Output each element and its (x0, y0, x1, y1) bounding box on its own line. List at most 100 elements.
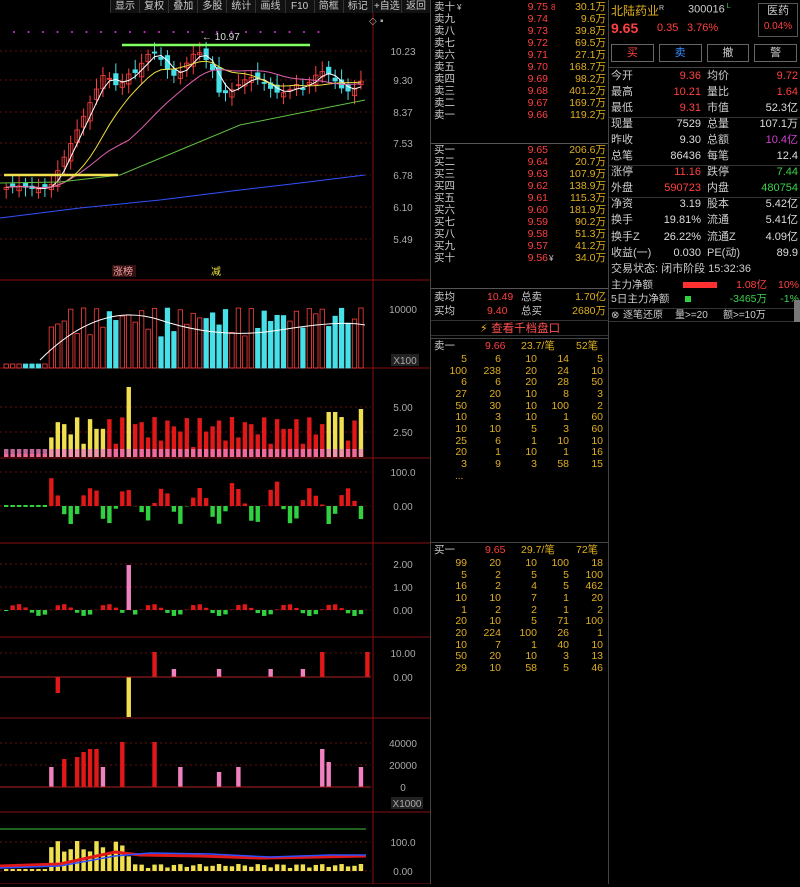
ind1-base (320, 449, 324, 457)
queue-row: 291058546 (431, 663, 609, 675)
ind2-bar (152, 503, 156, 506)
stock-code-text: 300016 (688, 4, 725, 16)
toolbar-btn-7[interactable]: 简框 (314, 0, 343, 13)
ind5-bar (101, 767, 105, 787)
ind5-bar (62, 759, 66, 787)
toolbar-btn-1[interactable]: 复权 (139, 0, 168, 13)
stat-label-2: 市值 (707, 101, 729, 117)
ind2-bar (210, 506, 214, 517)
signal-dot (173, 31, 175, 33)
stock-name-text: 北陆药业 (611, 4, 659, 18)
ind2-bar (230, 483, 234, 506)
ind3-bar (281, 605, 285, 610)
queue-header: 买一9.6529.7/笔72笔 (431, 543, 609, 557)
stock-code-mark: L (727, 3, 731, 10)
deep-orderbook-button[interactable]: ⚡ 查看千档盘口 (431, 320, 609, 336)
ask-volume: 119.2万 (549, 110, 606, 122)
ind1-base (359, 449, 363, 457)
ma10-line (6, 61, 361, 187)
stat-row: 净资3.19股本5.42亿 (609, 197, 800, 213)
chart-canvas[interactable]: 10.239.308.377.536.786.105.49◇▪← 10.97涨榜… (0, 0, 430, 884)
price-tick: 6.10 (393, 203, 413, 214)
toolbar-btn-8[interactable]: 标记 (343, 0, 372, 13)
ind6-bar (230, 866, 234, 871)
buy-button[interactable]: 买 (611, 44, 654, 62)
ind3-tick: 0.00 (393, 606, 413, 617)
ind3-tick: 2.00 (393, 560, 413, 571)
expand-icon[interactable]: ⊗ (611, 309, 619, 323)
ind3-bar (210, 610, 214, 613)
ind2-bar (275, 482, 279, 506)
stat-value-2: 5.41亿 (745, 213, 798, 229)
cancel-button[interactable]: 撤 (707, 44, 750, 62)
toolbar-btn-4[interactable]: 统计 (226, 0, 255, 13)
ind3-bar (359, 610, 363, 614)
ind6-bar (307, 868, 311, 871)
volume-bar (62, 321, 66, 368)
toolbar-btn-5[interactable]: 画线 (255, 0, 284, 13)
ind3-bar (165, 610, 169, 613)
stat-value: 3.19 (649, 197, 701, 213)
bid-row[interactable]: 买十9.56¥34.0万 (431, 253, 609, 265)
queue-cell: 99 (437, 558, 467, 570)
ind6-bar (191, 865, 195, 871)
queue-cell: 46 (573, 663, 603, 675)
ind1-base (30, 449, 34, 457)
stat-row: 总笔86436每笔12.4 (609, 149, 800, 165)
ind2-bar (307, 488, 311, 506)
volume-bar (127, 315, 131, 368)
alert-button[interactable]: 警 (754, 44, 797, 62)
ind3-bar (288, 604, 292, 610)
ind1-base (256, 449, 260, 457)
ind1-base (314, 449, 318, 457)
ind1-base (230, 449, 234, 457)
queue-count: 52笔 (576, 339, 598, 353)
queue-cell: 60 (573, 424, 603, 436)
ind3-bar (275, 609, 279, 610)
ind1-base (204, 449, 208, 457)
bid-price: 9.56 (491, 253, 548, 265)
toolbar-btn-6[interactable]: F10 (285, 0, 314, 13)
stat-value: 10.21 (649, 85, 701, 101)
queue-row: 5610145 (431, 354, 609, 366)
scroll-handle[interactable] (794, 300, 800, 322)
sell-button[interactable]: 卖 (659, 44, 702, 62)
ind3-bar (114, 608, 118, 610)
ind3-bar (23, 607, 27, 610)
toolbar-btn-0[interactable]: 显示 (110, 0, 139, 13)
toolbar-btn-9[interactable]: +自选 (372, 0, 401, 13)
tick-restore-label[interactable]: 逐笔还原 (623, 309, 663, 323)
toolbar-btn-2[interactable]: 叠加 (168, 0, 197, 13)
chart-area[interactable]: 10.239.308.377.536.786.105.49◇▪← 10.97涨榜… (0, 0, 430, 884)
toolbar-btn-3[interactable]: 多股 (197, 0, 226, 13)
stat-value: 86436 (649, 149, 701, 165)
ind4-bar (172, 669, 176, 677)
queue-cell: 10 (471, 663, 501, 675)
amount-filter[interactable]: 额>=10万 (723, 309, 766, 323)
cursor-icon[interactable]: ▪ (380, 16, 384, 27)
ask-row[interactable]: 卖一9.66119.2万 (431, 110, 609, 122)
ind3-bar (178, 610, 182, 614)
tick-filter-bar[interactable]: ⊗ 逐笔还原 量>=20 额>=10万 (609, 308, 800, 322)
queue-more[interactable]: ... (455, 471, 463, 482)
ind6-bar (17, 869, 21, 871)
queue-divider (431, 338, 609, 339)
signal-dot (303, 31, 305, 33)
stat-row: 换手Z26.22%流通Z4.09亿 (609, 230, 800, 246)
volume-bar (249, 309, 253, 368)
ind3-bars (4, 565, 363, 616)
queue-cell: 20 (573, 593, 603, 605)
toolbar-btn-10[interactable]: 返回 (401, 0, 430, 13)
ind1-base (49, 449, 53, 457)
ind1-base (268, 449, 272, 457)
volume-bar (159, 337, 163, 368)
ind2-bar (352, 501, 356, 506)
queue-cell: 58 (507, 663, 537, 675)
queue-cell: 29 (437, 663, 467, 675)
volume-filter[interactable]: 量>=20 (675, 309, 708, 323)
sector-badge[interactable]: 医药0.04% (758, 3, 798, 37)
ind2-bar (62, 506, 66, 514)
ind2-bar (172, 506, 176, 512)
diamond-icon[interactable]: ◇ (369, 16, 377, 27)
stat-label-2: 总额 (707, 133, 729, 149)
